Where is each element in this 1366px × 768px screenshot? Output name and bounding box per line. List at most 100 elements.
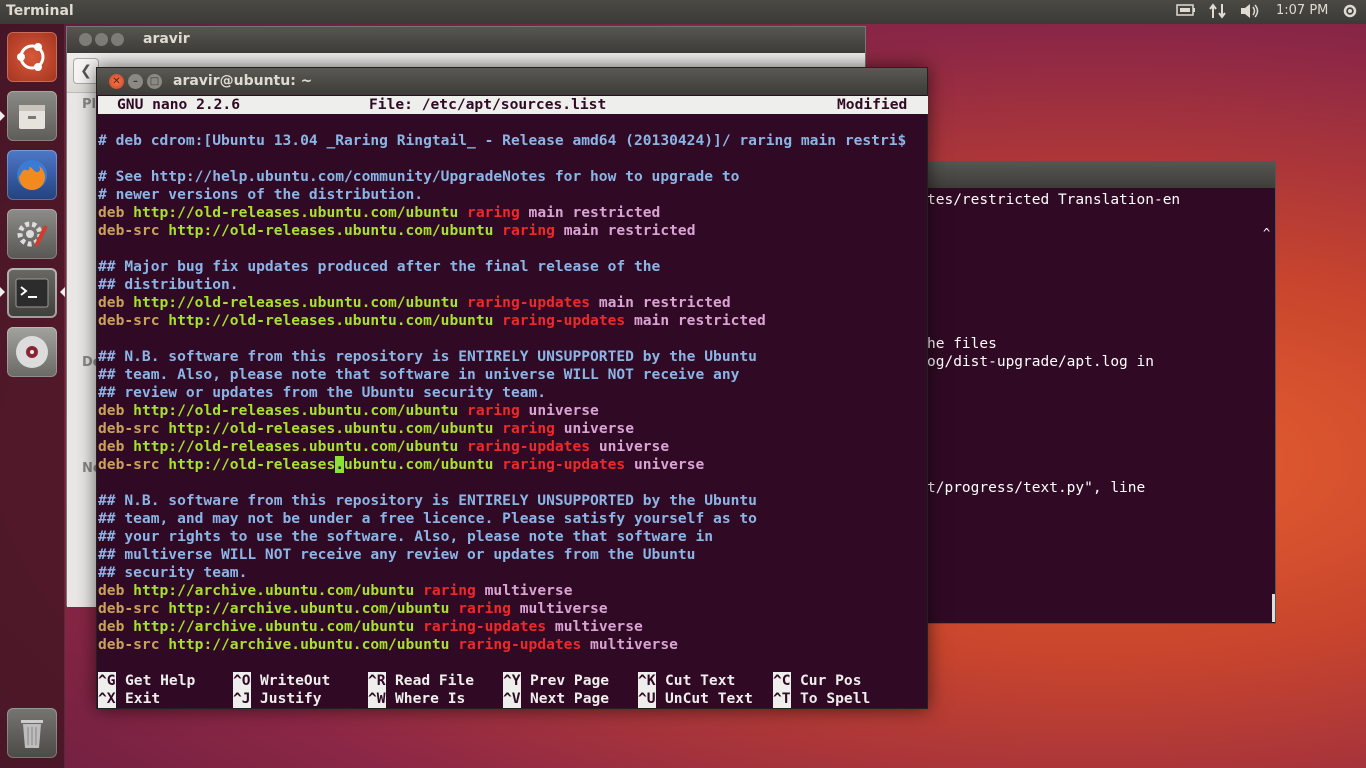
firefox-icon[interactable] <box>7 150 57 200</box>
battery-icon[interactable] <box>1176 3 1196 21</box>
minimize-icon[interactable]: – <box>128 74 143 89</box>
scrollbar-thumb[interactable] <box>1272 594 1275 622</box>
nano-line-segment: raring-updates <box>458 636 591 653</box>
nano-line-segment: http://archive.ubuntu.com/ubuntu <box>168 636 459 653</box>
bg-terminal-line: he files <box>927 336 997 352</box>
nano-line-segment: http://old-releases.ubuntu.com/ubuntu <box>133 294 468 311</box>
nano-line[interactable]: deb http://old-releases.ubuntu.com/ubunt… <box>98 438 669 456</box>
terminal-titlebar[interactable]: ✕ – □ aravir@ubuntu: ~ <box>97 68 927 95</box>
nano-line-segment: ## team, and may not be under a free lic… <box>98 510 757 527</box>
scroll-up-icon[interactable]: ^ <box>1263 226 1270 240</box>
nano-line-segment: raring <box>467 204 529 221</box>
dvd-icon[interactable] <box>7 327 57 377</box>
clock[interactable]: 1:07 PM <box>1276 3 1328 18</box>
nano-line-segment: deb-src <box>98 636 169 653</box>
nano-line[interactable]: deb http://old-releases.ubuntu.com/ubunt… <box>98 294 731 312</box>
terminal-focused-indicator <box>60 287 65 297</box>
ubuntu-dash-icon[interactable] <box>7 32 57 82</box>
nano-line[interactable]: ## distribution. <box>98 276 239 294</box>
nano-line-segment: deb <box>98 294 134 311</box>
nano-line-segment: http://old-releases.ubuntu.com/ubuntu <box>133 438 468 455</box>
nano-line-segment: deb <box>98 618 134 635</box>
shortcut-key: ^Y <box>503 672 521 690</box>
nano-line-segment: deb <box>98 438 134 455</box>
files-active-indicator <box>0 111 5 121</box>
nano-line[interactable]: ## N.B. software from this repository is… <box>98 492 757 510</box>
nano-line-segment: universe <box>633 456 705 473</box>
shortcut-key: ^W <box>368 690 386 708</box>
nano-line-segment: main restricted <box>598 294 731 311</box>
nano-line[interactable]: deb http://archive.ubuntu.com/ubuntu rar… <box>98 618 643 636</box>
system-settings-icon[interactable] <box>7 209 57 259</box>
nano-line[interactable]: # See http://help.ubuntu.com/community/U… <box>98 168 739 186</box>
terminal-window: ✕ – □ aravir@ubuntu: ~ GNU nano 2.2.6 Fi… <box>96 67 928 709</box>
nano-line-segment: ## multiverse WILL NOT receive any revie… <box>98 546 696 563</box>
nano-line[interactable]: deb-src http://archive.ubuntu.com/ubuntu… <box>98 600 608 618</box>
nano-line-segment: ## your rights to use the software. Also… <box>98 528 714 545</box>
bg-terminal-line: tes/restricted Translation-en <box>927 192 1181 208</box>
nano-line[interactable]: # deb cdrom:[Ubuntu 13.04 _Raring Ringta… <box>98 132 906 150</box>
nano-line[interactable]: ## your rights to use the software. Also… <box>98 528 713 546</box>
volume-icon[interactable] <box>1240 3 1260 23</box>
nano-line[interactable]: ## multiverse WILL NOT receive any revie… <box>98 546 695 564</box>
nano-line-segment: ## N.B. software from this repository is… <box>98 492 757 509</box>
shortcut-key: ^O <box>233 672 251 690</box>
shortcut-key: ^R <box>368 672 386 690</box>
nano-line-segment: deb-src <box>98 420 169 437</box>
shortcut-key: ^K <box>638 672 656 690</box>
file-manager-window-buttons[interactable] <box>79 33 124 50</box>
nano-line-segment: raring <box>502 420 564 437</box>
nano-line-segment: universe <box>598 438 670 455</box>
nano-line-segment: deb <box>98 582 134 599</box>
nano-line[interactable]: deb-src http://old-releases.ubuntu.com/u… <box>98 456 704 474</box>
close-icon[interactable]: ✕ <box>109 74 124 89</box>
nano-line-segment: ## Major bug fix updates produced after … <box>98 258 661 275</box>
trash-icon[interactable] <box>7 708 57 758</box>
nano-line[interactable]: ## Major bug fix updates produced after … <box>98 258 660 276</box>
sidebar-section-places: Pl <box>82 97 96 112</box>
shortcut-key: ^X <box>98 690 116 708</box>
shortcut-label: Read File <box>395 672 475 689</box>
shortcut-key: ^U <box>638 690 656 708</box>
nano-line[interactable]: # newer versions of the distribution. <box>98 186 423 204</box>
nano-line[interactable]: ## team, and may not be under a free lic… <box>98 510 757 528</box>
shortcut-key: ^G <box>98 672 116 690</box>
nano-line[interactable]: deb http://archive.ubuntu.com/ubuntu rar… <box>98 582 573 600</box>
nano-line[interactable]: deb http://old-releases.ubuntu.com/ubunt… <box>98 204 660 222</box>
nano-line-segment: ubuntu.com/ubuntu <box>344 456 503 473</box>
nano-line[interactable]: ## team. Also, please note that software… <box>98 366 739 384</box>
files-icon[interactable] <box>7 91 57 141</box>
nano-version: GNU nano 2.2.6 <box>117 96 241 113</box>
nano-line[interactable]: deb-src http://old-releases.ubuntu.com/u… <box>98 420 634 438</box>
background-terminal-titlebar[interactable] <box>927 162 1275 188</box>
nano-line[interactable]: deb http://old-releases.ubuntu.com/ubunt… <box>98 402 599 420</box>
nano-line-segment: main restricted <box>563 222 696 239</box>
background-terminal-window: tes/restricted Translation-en ^ he files… <box>926 161 1276 624</box>
file-manager-titlebar[interactable]: aravir <box>67 27 865 53</box>
nano-line[interactable]: deb-src http://old-releases.ubuntu.com/u… <box>98 312 766 330</box>
shortcut-key: ^T <box>773 690 791 708</box>
nano-line[interactable]: ## N.B. software from this repository is… <box>98 348 757 366</box>
nano-line-segment: deb-src <box>98 456 169 473</box>
shortcut-label: Where Is <box>395 690 466 707</box>
nano-line-segment: multiverse <box>554 618 643 635</box>
terminal-launcher-icon[interactable] <box>7 268 57 318</box>
nano-line[interactable]: deb-src http://old-releases.ubuntu.com/u… <box>98 222 695 240</box>
nano-line-segment: ## team. Also, please note that software… <box>98 366 740 383</box>
nano-line-segment: raring-updates <box>423 618 555 635</box>
nano-line-segment: http://old-releases.ubuntu.com/ubuntu <box>168 222 503 239</box>
shortcut-key: ^V <box>503 690 521 708</box>
system-gear-icon[interactable] <box>1342 3 1358 23</box>
nano-line-segment: universe <box>528 402 599 419</box>
network-icon[interactable] <box>1209 3 1227 23</box>
nano-line-segment: http://old-releases.ubuntu.com/ubuntu <box>168 420 503 437</box>
nano-line-segment: main restricted <box>528 204 661 221</box>
nano-modified-status: Modified <box>837 96 908 113</box>
shortcut-label: UnCut Text <box>665 690 753 707</box>
nano-line[interactable]: ## security team. <box>98 564 247 582</box>
nano-editor[interactable]: GNU nano 2.2.6 File: /etc/apt/sources.li… <box>98 95 928 709</box>
nano-line[interactable]: deb-src http://archive.ubuntu.com/ubuntu… <box>98 636 678 654</box>
maximize-icon[interactable]: □ <box>147 74 162 89</box>
nano-line[interactable]: ## review or updates from the Ubuntu sec… <box>98 384 546 402</box>
nano-line-segment: # See http://help.ubuntu.com/community/U… <box>98 168 740 185</box>
